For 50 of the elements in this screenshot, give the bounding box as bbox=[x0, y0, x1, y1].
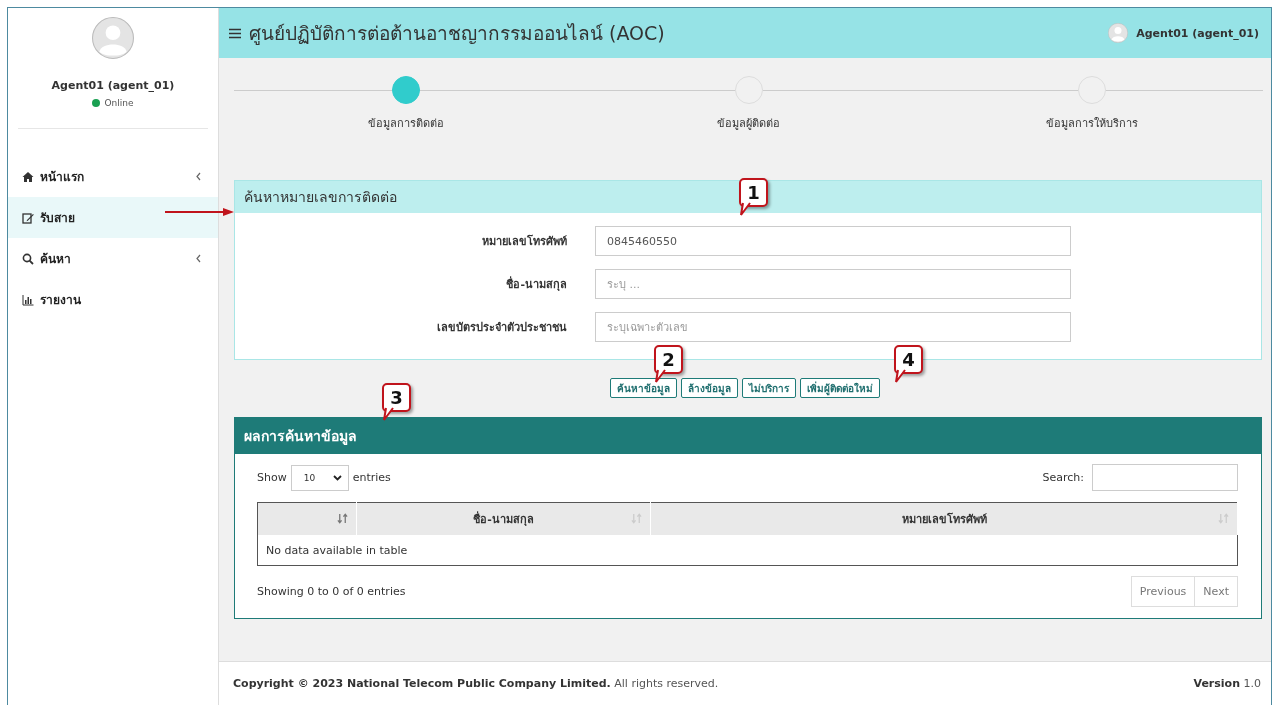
column-header[interactable]: ชื่อ-นามสกุล bbox=[356, 502, 651, 535]
menu-item[interactable]: รับสาย bbox=[8, 197, 218, 238]
show-label: Show bbox=[257, 471, 287, 484]
annotation-callout: 4 bbox=[894, 345, 923, 374]
pagination-button[interactable]: Previous bbox=[1130, 576, 1196, 607]
status-label: Online bbox=[104, 98, 134, 108]
annotation-callout: 3 bbox=[382, 383, 411, 412]
entries-label: entries bbox=[352, 471, 391, 484]
input-field[interactable]: ระบุ ... bbox=[595, 269, 1071, 299]
annotation-arrow bbox=[163, 207, 235, 217]
step-label: ข้อมูลผู้ติดต่อ bbox=[717, 116, 780, 132]
sort-icon bbox=[631, 513, 642, 524]
menu-item[interactable]: หน้าแรก bbox=[8, 156, 218, 197]
menu-icon[interactable] bbox=[229, 27, 241, 39]
home-icon bbox=[22, 170, 34, 183]
avatar-icon bbox=[1108, 23, 1129, 43]
field-label: หมายเลขโทรศัพท์ bbox=[481, 233, 567, 250]
table-info: Showing 0 to 0 of 0 entries bbox=[257, 585, 407, 598]
edit-icon bbox=[22, 211, 34, 224]
search-icon bbox=[22, 252, 34, 265]
field-label: เลขบัตรประจำตัวประชาชน bbox=[436, 320, 567, 336]
search-label: Search: bbox=[1042, 471, 1084, 484]
action-button[interactable]: ล้างข้อมูล bbox=[681, 378, 738, 398]
action-button[interactable]: เพิ่มผู้ติดต่อใหม่ bbox=[800, 378, 880, 398]
step-label: ข้อมูลการให้บริการ bbox=[1045, 116, 1138, 132]
sort-icon bbox=[337, 513, 348, 524]
empty-message: No data available in table bbox=[257, 535, 1238, 566]
column-header[interactable]: หมายเลขโทรศัพท์ bbox=[650, 502, 1238, 535]
caret-icon bbox=[332, 474, 342, 481]
page-title: ศูนย์ปฏิบัติการต่อต้านอาชญากรรมออนไลน์ (AOC) bbox=[249, 21, 666, 47]
bar-chart-icon bbox=[22, 293, 34, 306]
pagination-button[interactable]: Next bbox=[1195, 576, 1238, 607]
version-text: Version 1.0 bbox=[1193, 677, 1261, 690]
user-name: Agent01 (agent_01) bbox=[51, 79, 175, 92]
menu-item[interactable]: รายงาน bbox=[8, 279, 218, 320]
input-field[interactable]: 0845460550 bbox=[595, 226, 1071, 256]
annotation-callout: 2 bbox=[654, 345, 683, 374]
input-field[interactable]: ระบุเฉพาะตัวเลข bbox=[595, 312, 1071, 342]
copyright-text: Copyright © 2023 National Telecom Public Company Limited. All rights reserved. bbox=[233, 677, 719, 690]
search-field[interactable] bbox=[1092, 464, 1238, 491]
annotation-callout: 1 bbox=[739, 178, 768, 207]
sort-icon bbox=[1218, 513, 1229, 524]
avatar-icon bbox=[92, 17, 134, 59]
step-label: ข้อมูลการติดต่อ bbox=[367, 116, 444, 132]
action-button[interactable]: ไม่บริการ bbox=[742, 378, 796, 398]
field-label: ชื่อ-นามสกุล bbox=[505, 275, 567, 293]
header-user-name[interactable]: Agent01 (agent_01) bbox=[1136, 26, 1259, 40]
menu-item[interactable]: ค้นหา bbox=[8, 238, 218, 279]
results-title: ผลการค้นหาข้อมูล bbox=[235, 418, 1261, 454]
page-size-select[interactable]: 10 bbox=[290, 464, 349, 491]
